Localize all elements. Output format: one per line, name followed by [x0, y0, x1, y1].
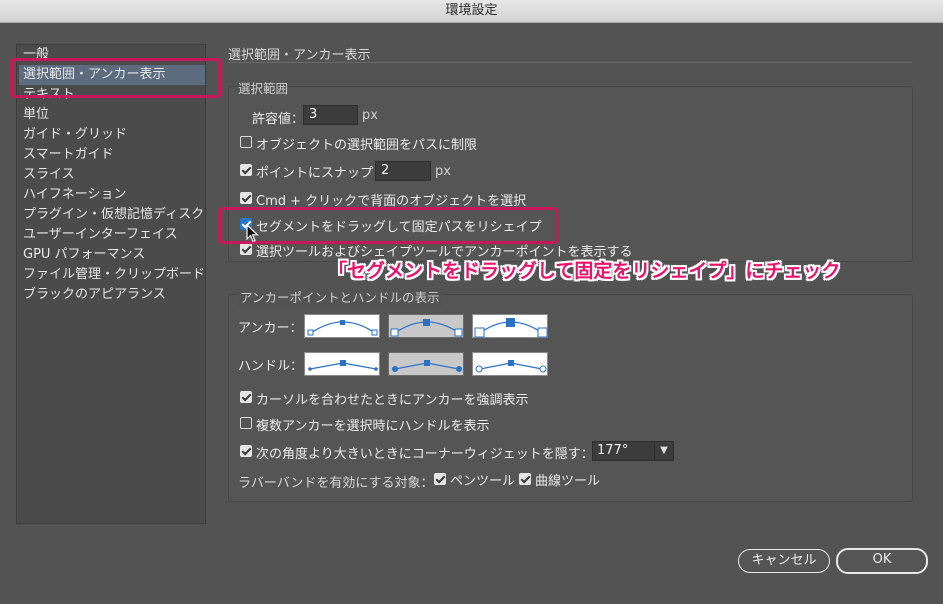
corner-angle-value: 177°: [597, 443, 629, 458]
snap-unit: px: [435, 164, 451, 179]
pen-tool-checkbox[interactable]: [434, 473, 446, 485]
anchor-size-medium-button[interactable]: [388, 314, 464, 338]
sidebar-item-general[interactable]: 一般: [19, 45, 205, 65]
section-title: 選択範囲・アンカー表示: [228, 48, 371, 63]
snap-distance-input[interactable]: 2: [375, 161, 431, 181]
sidebar-item-black-appearance[interactable]: ブラックのアピアランス: [19, 285, 205, 305]
hide-corner-widget-checkbox[interactable]: [240, 445, 252, 457]
handle-style-label: ハンドル：: [238, 359, 304, 374]
rubber-band-label: ラバーバンドを有効にする対象：: [238, 476, 434, 491]
multi-handles-checkbox[interactable]: [240, 417, 252, 429]
section-divider: [228, 62, 912, 63]
sidebar-item-units[interactable]: 単位: [19, 105, 205, 125]
path-only-label: オブジェクトの選択範囲をパスに制限: [256, 138, 478, 153]
reshape-label: セグメントをドラッグして固定パスをリシェイプ: [256, 220, 542, 235]
sidebar-item-smart-guides[interactable]: スマートガイド: [19, 145, 205, 165]
corner-angle-select[interactable]: 177° ▼: [592, 441, 674, 461]
path-only-checkbox[interactable]: [240, 136, 252, 148]
chevron-down-icon: ▼: [654, 442, 673, 460]
anchor-size-large-button[interactable]: [472, 314, 548, 338]
snap-point-label: ポイントにスナップ: [256, 166, 374, 181]
curvature-tool-checkbox[interactable]: [519, 473, 531, 485]
sidebar-item-slices[interactable]: スライス: [19, 165, 205, 185]
handle-style-large-button[interactable]: [472, 352, 548, 376]
curvature-tool-label: 曲線ツール: [535, 474, 601, 489]
sidebar-item-user-interface[interactable]: ユーザーインターフェイス: [19, 225, 205, 245]
tolerance-unit: px: [362, 108, 378, 123]
preferences-sidebar: 一般 選択範囲・アンカー表示 テキスト 単位 ガイド・グリッド スマートガイド …: [16, 44, 206, 524]
sidebar-item-gpu-performance[interactable]: GPU パフォーマンス: [19, 245, 205, 265]
window-title: 環境設定: [0, 0, 943, 23]
annotation-text: 「セグメントをドラッグして固定をリシェイプ」にチェック: [328, 260, 841, 282]
handle-style-small-button[interactable]: [304, 352, 380, 376]
sidebar-item-file-handling[interactable]: ファイル管理・クリップボード: [19, 265, 205, 285]
cancel-button[interactable]: キャンセル: [738, 549, 830, 573]
anchor-display-group-label: アンカーポイントとハンドルの表示: [238, 287, 442, 306]
show-anchors-checkbox[interactable]: [240, 243, 252, 255]
anchor-size-label: アンカー：: [238, 321, 303, 336]
sidebar-item-plugins[interactable]: プラグイン・仮想記憶ディスク: [19, 205, 205, 225]
handle-style-medium-button[interactable]: [388, 352, 464, 376]
sidebar-item-selection-anchor[interactable]: 選択範囲・アンカー表示: [19, 65, 205, 85]
sidebar-item-hyphenation[interactable]: ハイフネーション: [19, 185, 205, 205]
ok-button[interactable]: OK: [836, 548, 928, 574]
mouse-cursor-icon: [246, 224, 260, 243]
cmd-click-checkbox[interactable]: [240, 192, 252, 204]
anchor-size-small-button[interactable]: [304, 314, 380, 338]
multi-handles-label: 複数アンカーを選択時にハンドルを表示: [256, 419, 490, 434]
pen-tool-label: ペンツール: [450, 474, 516, 489]
selection-group-label: 選択範囲: [238, 81, 289, 96]
highlight-anchor-checkbox[interactable]: [240, 391, 252, 403]
sidebar-item-text[interactable]: テキスト: [19, 85, 205, 105]
highlight-anchor-label: カーソルを合わせたときにアンカーを強調表示: [256, 393, 529, 408]
snap-point-checkbox[interactable]: [240, 164, 252, 176]
tolerance-input[interactable]: 3: [303, 105, 358, 125]
cmd-click-label: Cmd + クリックで背面のオブジェクトを選択: [256, 194, 527, 209]
hide-corner-widget-label: 次の角度より大きいときにコーナーウィジェットを隠す：: [256, 447, 594, 462]
sidebar-item-guides-grid[interactable]: ガイド・グリッド: [19, 125, 205, 145]
tolerance-label: 許容値：: [252, 112, 305, 127]
